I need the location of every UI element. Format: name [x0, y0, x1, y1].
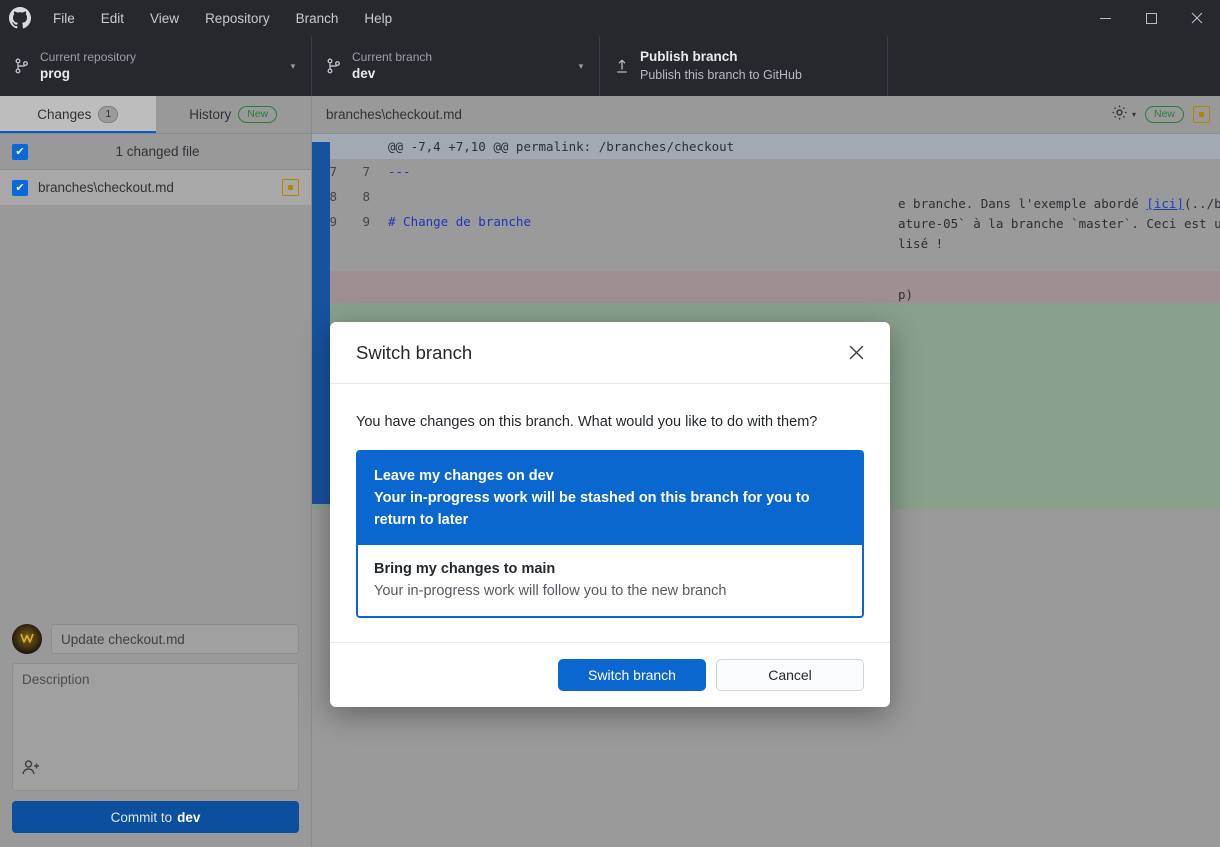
cancel-button[interactable]: Cancel — [716, 659, 864, 691]
menu-item-help[interactable]: Help — [351, 0, 405, 36]
dialog-body: You have changes on this branch. What wo… — [330, 384, 890, 642]
close-icon[interactable] — [842, 339, 870, 367]
switch-branch-button[interactable]: Switch branch — [558, 659, 706, 691]
dialog-header: Switch branch — [330, 322, 890, 384]
close-icon[interactable] — [1174, 0, 1220, 36]
toolbar-empty-area — [888, 36, 1220, 96]
stash-choice-group: Leave my changes on dev Your in-progress… — [356, 450, 864, 618]
switch-branch-dialog: Switch branch You have changes on this b… — [330, 322, 890, 707]
github-desktop-window: File Edit View Repository Branch Help Cu… — [0, 0, 1220, 847]
option-leave-changes-description: Your in-progress work will be stashed on… — [374, 490, 810, 528]
repo-icon — [14, 58, 40, 74]
chevron-down-icon: ▾ — [290, 60, 296, 71]
publish-branch-title: Publish branch — [640, 49, 738, 64]
upload-icon — [614, 58, 640, 74]
option-bring-changes-description: Your in-progress work will follow you to… — [374, 583, 727, 599]
github-mark-icon — [0, 0, 40, 36]
maximize-icon[interactable] — [1128, 0, 1174, 36]
menu-item-repository[interactable]: Repository — [192, 0, 283, 36]
publish-branch-button[interactable]: Publish branch Publish this branch to Gi… — [600, 36, 888, 96]
option-bring-changes-title: Bring my changes to main — [374, 561, 556, 577]
option-leave-changes-title: Leave my changes on dev — [374, 468, 554, 484]
option-bring-changes[interactable]: Bring my changes to main Your in-progres… — [358, 545, 862, 616]
menu-item-file[interactable]: File — [40, 0, 88, 36]
publish-branch-subtitle: Publish this branch to GitHub — [640, 68, 802, 82]
option-leave-changes[interactable]: Leave my changes on dev Your in-progress… — [358, 452, 862, 545]
menu-item-branch[interactable]: Branch — [283, 0, 352, 36]
dialog-title: Switch branch — [356, 341, 473, 363]
current-branch-button[interactable]: Current branch dev ▾ — [312, 36, 600, 96]
current-repository-button[interactable]: Current repository prog ▾ — [0, 36, 312, 96]
menu-item-edit[interactable]: Edit — [88, 0, 137, 36]
current-repository-label: Current repository — [40, 50, 137, 64]
current-branch-label: Current branch — [352, 50, 433, 64]
dialog-question: You have changes on this branch. What wo… — [356, 414, 818, 430]
current-branch-value: dev — [352, 66, 376, 81]
menu-bar: File Edit View Repository Branch Help — [40, 0, 405, 36]
dialog-footer: Switch branch Cancel — [330, 642, 890, 707]
title-bar: File Edit View Repository Branch Help — [0, 0, 1220, 36]
branch-icon — [326, 58, 352, 74]
chevron-down-icon: ▾ — [578, 60, 584, 71]
toolbar: Current repository prog ▾ Current branch… — [0, 36, 1220, 96]
window-controls — [1082, 0, 1220, 36]
menu-item-view[interactable]: View — [137, 0, 192, 36]
minimize-icon[interactable] — [1082, 0, 1128, 36]
current-repository-value: prog — [40, 66, 70, 81]
main-content: Changes 1 History New ✔ 1 changed file ✔ — [0, 96, 1220, 847]
